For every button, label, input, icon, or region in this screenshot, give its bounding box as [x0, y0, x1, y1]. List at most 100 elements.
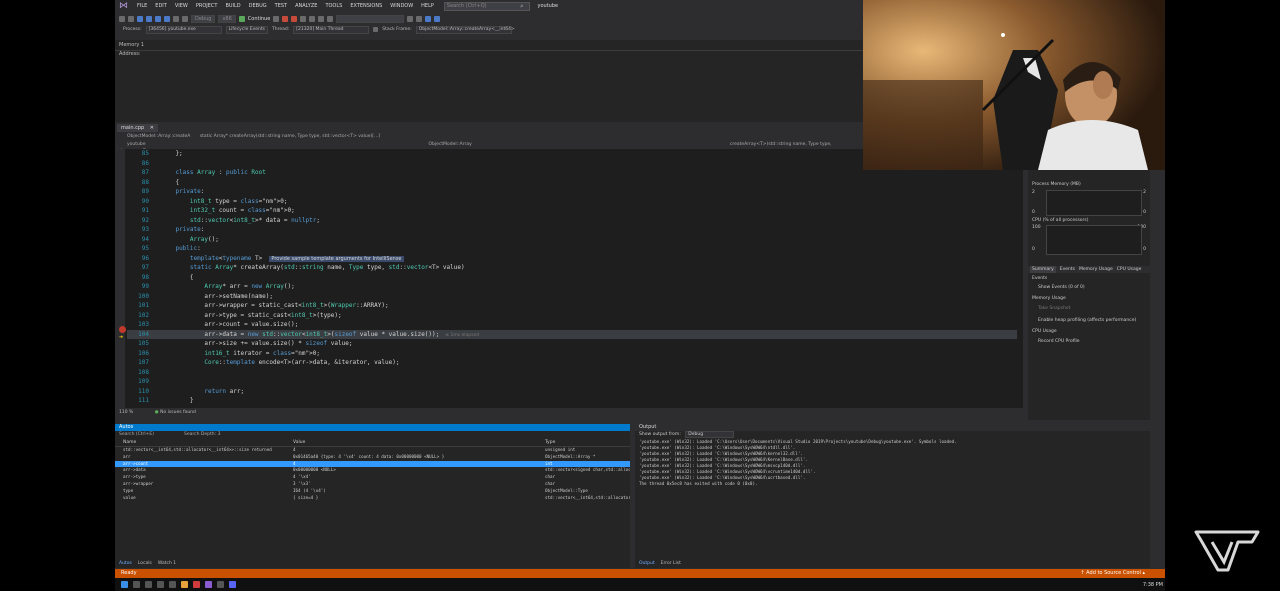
undo-icon[interactable]: [173, 15, 179, 22]
intellisense-hint[interactable]: Provide sample template arguments for In…: [269, 255, 404, 262]
code-line[interactable]: 108: [127, 368, 1017, 378]
record-cpu-profile-button[interactable]: Record CPU Profile: [1038, 339, 1080, 344]
code-line[interactable]: 100 arr->setName(name);: [127, 292, 1017, 302]
menu-analyze[interactable]: ANALYZE: [291, 3, 321, 9]
code-line[interactable]: 91 int32_t count = class="nm">0;: [127, 206, 1017, 216]
code-line[interactable]: 102 arr->type = static_cast<int8_t>(type…: [127, 311, 1017, 321]
tab-autos[interactable]: Autos: [119, 561, 132, 566]
new-project-icon[interactable]: [137, 15, 143, 22]
bookmark-icon[interactable]: [416, 15, 423, 22]
save-icon[interactable]: [155, 15, 161, 22]
table-row[interactable]: value { size=4 } std::vector<__int64,std::…: [115, 495, 630, 502]
code-line[interactable]: 96 template<typename T> Provide sample t…: [127, 254, 1017, 264]
zoom-select[interactable]: 110 %: [115, 410, 133, 415]
issues-label[interactable]: No issues found: [160, 410, 196, 415]
table-row[interactable]: arr->wrapper 3 '\x3' char: [115, 481, 630, 488]
code-line[interactable]: 89 private:: [127, 187, 1017, 197]
menu-build[interactable]: BUILD: [221, 3, 244, 9]
discord-icon[interactable]: [229, 581, 236, 588]
tab-watch-1[interactable]: Watch 1: [158, 561, 176, 566]
table-row[interactable]: arr->data 0x00000000 <NULL> std::vector<si…: [115, 467, 630, 474]
code-line[interactable]: 110 return arr;: [127, 387, 1017, 397]
code-line[interactable]: 105 arr->size += value.size() * sizeof v…: [127, 339, 1017, 349]
menu-view[interactable]: VIEW: [171, 3, 192, 9]
add-to-source-control-button[interactable]: ↑ Add to Source Control ▴: [1080, 569, 1145, 578]
code-line[interactable]: 95 public:: [127, 244, 1017, 254]
menu-file[interactable]: FILE: [133, 3, 151, 9]
breakpoint-icon[interactable]: [119, 326, 126, 333]
table-row[interactable]: arr 0x01465a40 {type: 4 '\x4' count: 4 da…: [115, 454, 630, 461]
close-icon[interactable]: ✕: [150, 125, 154, 131]
start-icon[interactable]: [121, 581, 128, 588]
tab-events[interactable]: Events: [1060, 266, 1075, 273]
continue-button[interactable]: Continue: [248, 16, 270, 22]
code-line[interactable]: 97 static Array* createArray(std::string…: [127, 263, 1017, 273]
code-line[interactable]: 98 {: [127, 273, 1017, 283]
task-view-icon[interactable]: [145, 581, 152, 588]
filter-icon[interactable]: [373, 27, 379, 32]
code-line[interactable]: 104 arr->data = new std::vector<int8_t>(…: [127, 329, 1017, 339]
store-icon[interactable]: [169, 581, 176, 588]
thread-select[interactable]: [21320] Main Thread: [293, 25, 370, 34]
platform-select[interactable]: x86: [218, 14, 236, 23]
stop-icon[interactable]: [282, 15, 289, 22]
nav-project-select[interactable]: youtube: [115, 141, 427, 148]
redo-icon[interactable]: [182, 15, 188, 22]
search-icon[interactable]: [133, 581, 140, 588]
tab-main-cpp[interactable]: main.cpp ✕: [117, 124, 158, 132]
open-icon[interactable]: [146, 15, 152, 22]
menu-project[interactable]: PROJECT: [192, 3, 222, 9]
code-line[interactable]: 111 }: [127, 396, 1017, 406]
process-select[interactable]: [36456] youtube.exe: [145, 25, 222, 34]
take-snapshot-button[interactable]: Take Snapshot: [1038, 306, 1070, 311]
code-line[interactable]: 109: [127, 377, 1017, 387]
table-row[interactable]: type I64 (4 '\x4') ObjectModel::Type: [115, 488, 630, 495]
forward-icon[interactable]: [128, 15, 134, 22]
layout-icon[interactable]: [425, 15, 432, 22]
output-text[interactable]: 'youtube.exe' (Win32): Loaded 'C:\Users\…: [635, 439, 1150, 487]
menu-window[interactable]: WINDOW: [386, 3, 417, 9]
menu-help[interactable]: HELP: [417, 3, 438, 9]
lifecycle-events-button[interactable]: Lifecycle Events: [225, 25, 269, 34]
menu-debug[interactable]: DEBUG: [245, 3, 271, 9]
step-out-icon[interactable]: [327, 15, 334, 22]
restart-icon[interactable]: [291, 15, 298, 22]
tab-cpu-usage[interactable]: CPU Usage: [1117, 266, 1142, 273]
menu-edit[interactable]: EDIT: [151, 3, 171, 9]
column-value[interactable]: Value: [293, 439, 545, 446]
nav-signature[interactable]: static Array* createArray(std::string na…: [200, 134, 380, 139]
search-depth-select[interactable]: 3: [218, 432, 221, 437]
app2-icon[interactable]: [217, 581, 224, 588]
menu-extensions[interactable]: EXTENSIONS: [346, 3, 386, 9]
nav-scope-select[interactable]: ObjectModel::Array::createA: [115, 134, 190, 139]
pause-icon[interactable]: [273, 15, 280, 22]
opera-icon[interactable]: [193, 581, 200, 588]
table-row[interactable]: arr->type 4 '\x4' char: [115, 474, 630, 481]
step-into-icon[interactable]: [309, 15, 316, 22]
back-icon[interactable]: [119, 15, 125, 22]
code-line[interactable]: 99 Array* arr = new Array();: [127, 282, 1017, 292]
code-line[interactable]: 94 Array();: [127, 235, 1017, 245]
code-line[interactable]: 101 arr->wrapper = static_cast<int8_t>(W…: [127, 301, 1017, 311]
show-next-statement-icon[interactable]: [300, 15, 307, 22]
continue-icon[interactable]: [238, 15, 245, 22]
memory-address-label[interactable]: Address:: [115, 50, 863, 57]
breakpoint-gutter[interactable]: [115, 149, 125, 408]
nav-class-select[interactable]: ObjectModel::Array: [428, 141, 728, 148]
code-line[interactable]: 90 int8_t type = class="nm">0;: [127, 197, 1017, 207]
code-line[interactable]: 103 arr->count = value.size();: [127, 320, 1017, 330]
menu-tools[interactable]: TOOLS: [321, 3, 346, 9]
output-source-select[interactable]: Debug: [685, 431, 735, 438]
quick-launch-input[interactable]: Search (Ctrl+Q): [443, 1, 530, 11]
save-all-icon[interactable]: [164, 15, 170, 22]
code-line[interactable]: 106 int16_t iterator = class="nm">0;: [127, 349, 1017, 359]
menu-test[interactable]: TEST: [271, 3, 291, 9]
app-icon[interactable]: [181, 581, 188, 588]
show-events-link[interactable]: Show Events (0 of 0): [1038, 285, 1085, 290]
find-input[interactable]: [336, 14, 405, 23]
stack-frame-select[interactable]: ObjectModel::Array::createArray<__int64>: [415, 25, 515, 34]
visual-studio-icon[interactable]: [205, 581, 212, 588]
code-line[interactable]: 88 {: [127, 178, 1017, 188]
tab-memory-usage[interactable]: Memory Usage: [1079, 266, 1113, 273]
code-line[interactable]: 92 std::vector<int8_t>* data = nullptr;: [127, 216, 1017, 226]
